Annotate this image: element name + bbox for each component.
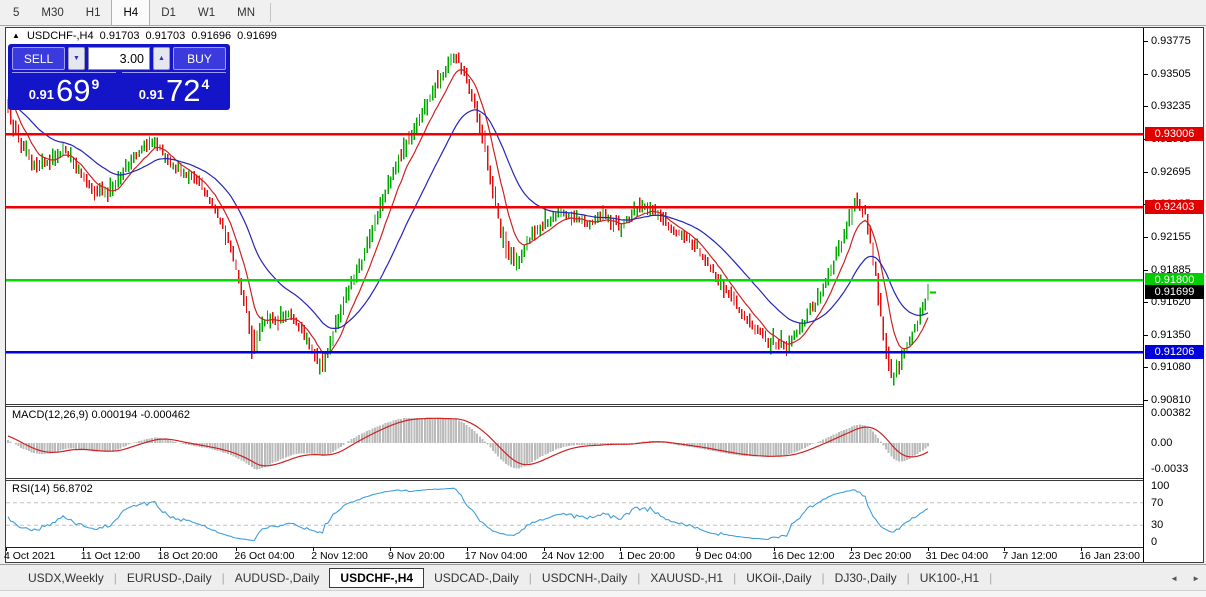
tab-scroll-nav: ◄► (1170, 565, 1200, 591)
rsi-label: RSI(14) 56.8702 (12, 483, 93, 495)
macd-label: MACD(12,26,9) 0.000194 -0.000462 (12, 409, 190, 421)
rsi-axis-label: 70 (1151, 497, 1163, 509)
macd-signal-value: -0.000462 (140, 409, 190, 421)
triangle-up-icon: ▲ (158, 55, 165, 62)
price-axis-label: 0.93235 (1151, 100, 1191, 112)
ohlc-high: 0.91703 (146, 30, 186, 42)
price-axis-label: 0.90810 (1151, 394, 1191, 406)
timeframe-button-M30[interactable]: M30 (30, 0, 74, 25)
triangle-down-icon: ▼ (73, 55, 80, 62)
rsi-axis-label: 100 (1151, 480, 1169, 492)
time-axis-label: 16 Dec 12:00 (772, 550, 834, 562)
price-axis-label: 0.93505 (1151, 68, 1191, 80)
rsi-axis-label: 0 (1151, 536, 1157, 548)
price-axis-label: 0.91350 (1151, 329, 1191, 341)
ohlc-open: 0.91703 (100, 30, 140, 42)
panel-separator (6, 404, 1143, 405)
price-axis-tick (1144, 400, 1148, 401)
price-axis-label: 0.91080 (1151, 361, 1191, 373)
chart-tab-bar: USDX,Weekly|EURUSD-,Daily|AUDUSD-,DailyU… (0, 564, 1206, 590)
timeframe-button-D1[interactable]: D1 (150, 0, 187, 25)
chart-tab-usdchf-h4[interactable]: USDCHF-,H4 (329, 568, 424, 588)
current-price-badge: 0.91699 (1145, 285, 1204, 299)
chart-tab-uk100-h1[interactable]: UK100-,H1 (910, 568, 989, 588)
ohlc-close: 0.91699 (237, 30, 277, 42)
time-axis-label: 23 Dec 20:00 (849, 550, 911, 562)
time-axis-label: 4 Oct 2021 (4, 550, 55, 562)
panel-separator (6, 480, 1143, 481)
buy-button[interactable]: BUY (173, 47, 226, 70)
volume-increase-button[interactable]: ▲ (153, 47, 170, 70)
price-axis[interactable]: 0.937750.935050.932350.929650.926950.924… (1143, 28, 1205, 562)
scroll-right-icon[interactable]: ► (1192, 574, 1200, 583)
price-axis-tick (1144, 335, 1148, 336)
price-axis-tick (1144, 172, 1148, 173)
chart-symbol-header: ▲ USDCHF-,H4 0.91703 0.91703 0.91696 0.9… (12, 30, 280, 42)
chart-tab-usdx-weekly[interactable]: USDX,Weekly (18, 568, 114, 588)
chart-tab-dj30-daily[interactable]: DJ30-,Daily (825, 568, 907, 588)
price-axis-label: 0.92695 (1151, 166, 1191, 178)
panel-separator (6, 406, 1143, 407)
rsi-value: 56.8702 (53, 483, 93, 495)
price-axis-tick (1144, 367, 1148, 368)
chart-tab-ukoil-daily[interactable]: UKOil-,Daily (736, 568, 821, 588)
timeframe-button-5[interactable]: 5 (2, 0, 30, 25)
timeframe-button-W1[interactable]: W1 (187, 0, 226, 25)
panel-separator (6, 478, 1143, 479)
time-axis-label: 9 Nov 20:00 (388, 550, 445, 562)
chart-tab-eurusd-daily[interactable]: EURUSD-,Daily (117, 568, 222, 588)
ohlc-low: 0.91696 (191, 30, 231, 42)
rsi-panel[interactable] (6, 481, 1143, 546)
price-axis-tick (1144, 270, 1148, 271)
macd-main-value: 0.000194 (91, 409, 137, 421)
volume-decrease-button[interactable]: ▼ (68, 47, 85, 70)
time-axis[interactable]: 4 Oct 2021 11 Oct 12:00 18 Oct 20:00 26 Oct… (6, 547, 1143, 562)
time-axis-label: 2 Nov 12:00 (311, 550, 368, 562)
timeframe-button-MN[interactable]: MN (226, 0, 266, 25)
mt4-window: 5M30H1H4D1W1MN ▲ USDCHF-,H4 0.91703 0.91… (0, 0, 1206, 597)
chart-tab-usdcad-daily[interactable]: USDCAD-,Daily (424, 568, 529, 588)
time-axis-label: 16 Jan 23:00 (1079, 550, 1140, 562)
time-axis-label: 26 Oct 04:00 (234, 550, 294, 562)
price-axis-tick (1144, 74, 1148, 75)
price-axis-tick (1144, 237, 1148, 238)
level-price-badge: 0.91206 (1145, 345, 1204, 359)
buy-price-display: 0.91724 (122, 72, 226, 106)
chart-tab-usdcnh-daily[interactable]: USDCNH-,Daily (532, 568, 637, 588)
timeframe-button-H4[interactable]: H4 (111, 0, 150, 25)
volume-input[interactable] (88, 47, 150, 70)
time-axis-label: 7 Jan 12:00 (1002, 550, 1057, 562)
chart-tab-xauusd-h1[interactable]: XAUUSD-,H1 (640, 568, 733, 588)
time-axis-label: 11 Oct 12:00 (81, 550, 140, 562)
timeframe-button-H1[interactable]: H1 (75, 0, 112, 25)
macd-axis-label: 0.00 (1151, 437, 1172, 449)
price-axis-label: 0.93775 (1151, 35, 1191, 47)
symbol-label: USDCHF-,H4 (27, 30, 94, 42)
sell-button[interactable]: SELL (12, 47, 65, 70)
level-price-badge: 0.92403 (1145, 200, 1204, 214)
toolbar-separator (270, 3, 271, 22)
time-axis-label: 18 Oct 20:00 (158, 550, 218, 562)
macd-axis-label: -0.0033 (1151, 463, 1188, 475)
price-axis-tick (1144, 106, 1148, 107)
rsi-axis-label: 30 (1151, 519, 1163, 531)
time-axis-label: 9 Dec 04:00 (695, 550, 752, 562)
time-axis-label: 1 Dec 20:00 (618, 550, 675, 562)
scroll-left-icon[interactable]: ◄ (1170, 574, 1178, 583)
chart-tab-audusd-daily[interactable]: AUDUSD-,Daily (225, 568, 330, 588)
timeframe-toolbar: 5M30H1H4D1W1MN (0, 0, 1206, 26)
price-axis-label: 0.92155 (1151, 231, 1191, 243)
time-axis-label: 24 Nov 12:00 (542, 550, 604, 562)
time-axis-label: 17 Nov 04:00 (465, 550, 527, 562)
time-axis-label: 31 Dec 04:00 (926, 550, 988, 562)
one-click-trading-panel: SELL ▼ ▲ BUY 0.91699 0.91724 (8, 44, 230, 110)
price-axis-tick (1144, 41, 1148, 42)
status-strip (0, 590, 1206, 597)
sell-price-display: 0.91699 (12, 72, 116, 106)
direction-marker-icon: ▲ (12, 31, 20, 40)
tab-separator: | (989, 571, 992, 585)
macd-axis-label: 0.00382 (1151, 407, 1191, 419)
price-axis-tick (1144, 302, 1148, 303)
level-price-badge: 0.93006 (1145, 127, 1204, 141)
